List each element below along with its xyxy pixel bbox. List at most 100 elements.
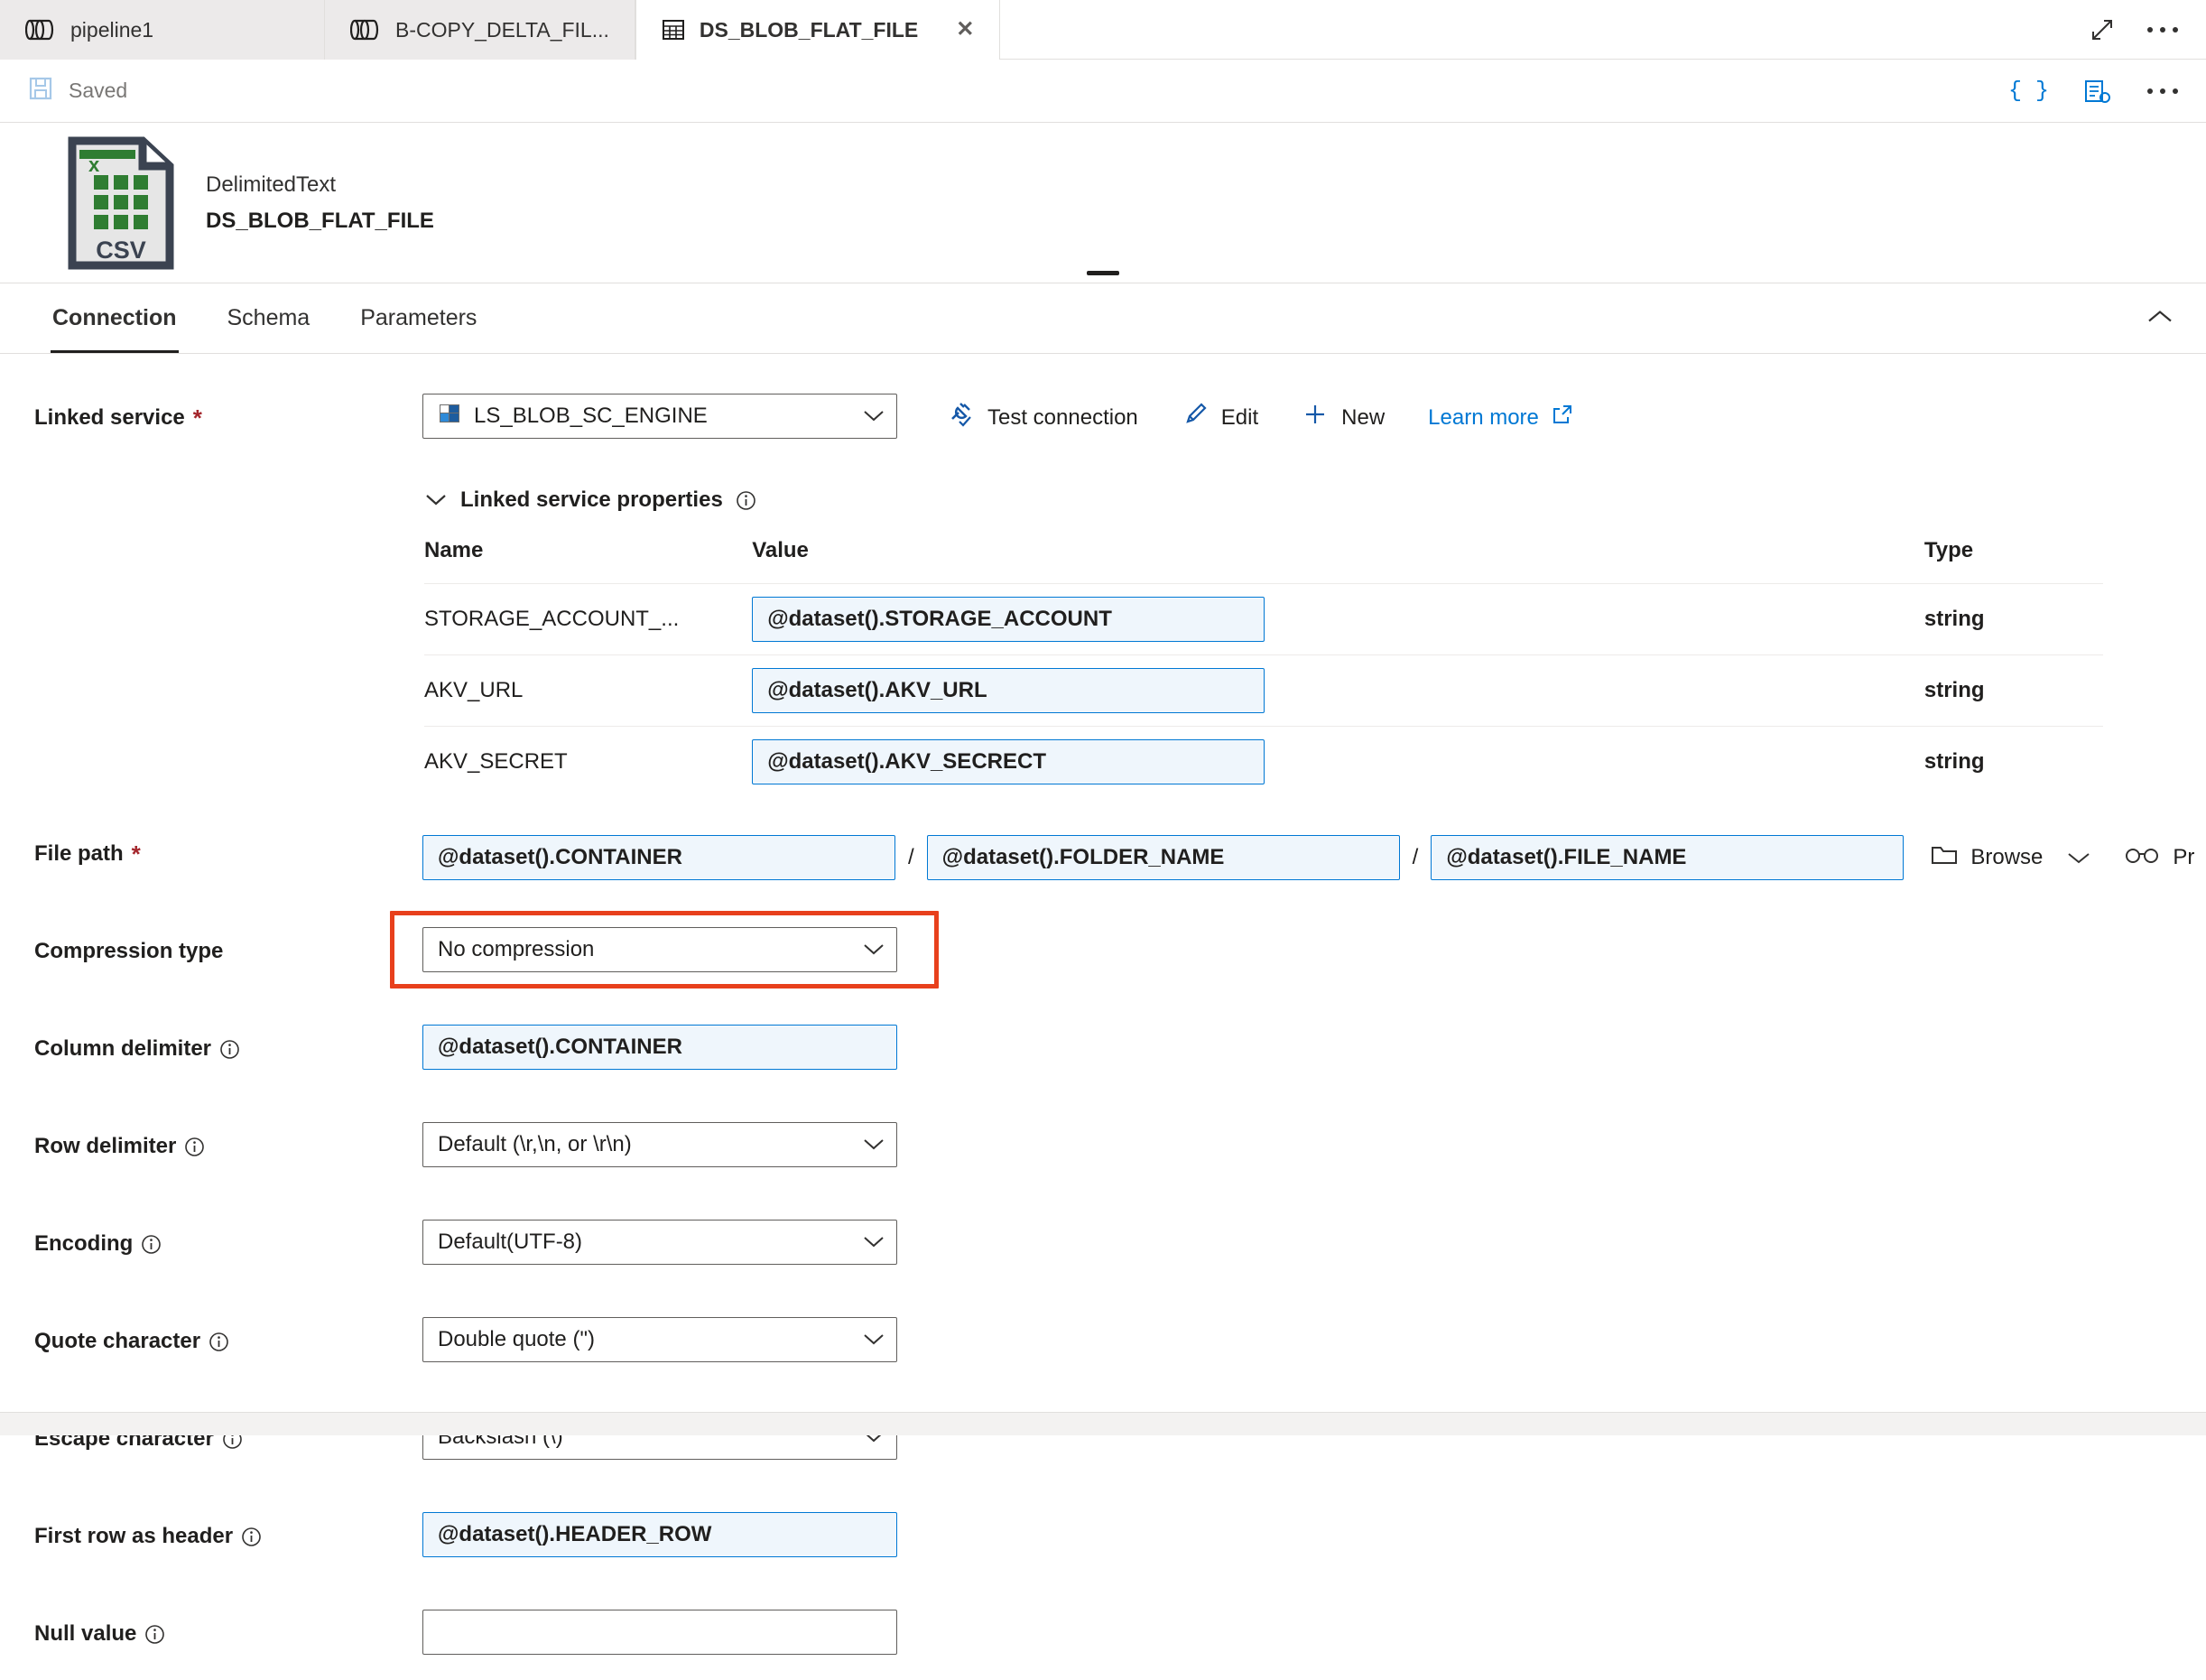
compression-type-value: No compression [438, 937, 595, 961]
first-row-as-header-label: First row as header [34, 1524, 234, 1548]
compression-type-label-group: Compression type [34, 927, 422, 964]
command-bar-actions: { } [2008, 78, 2179, 105]
info-circle-icon[interactable] [184, 1137, 205, 1157]
quote-character-value: Double quote (") [438, 1327, 595, 1351]
ellipsis-icon[interactable] [2146, 86, 2179, 97]
property-name: STORAGE_ACCOUNT_... [424, 583, 753, 655]
chevron-down-icon [424, 487, 448, 513]
info-circle-icon[interactable] [144, 1624, 165, 1645]
info-circle-icon[interactable] [219, 1039, 240, 1060]
preview-label: Pr [2173, 845, 2195, 869]
table-row: AKV_URL @dataset().AKV_URL string [424, 654, 2103, 727]
panel-drag-handle[interactable] [1087, 271, 1119, 275]
dataset-header: x CSV DelimitedText DS_BLOB_FLAT_FILE [0, 123, 2206, 283]
chevron-down-icon [862, 1327, 885, 1352]
command-bar: Saved { } [0, 60, 2206, 123]
null-value-label-group: Null value [34, 1610, 422, 1647]
floppy-save-icon[interactable] [27, 75, 54, 107]
info-circle-icon[interactable] [141, 1234, 162, 1255]
new-linked-service-button[interactable]: New [1280, 401, 1406, 434]
property-name: AKV_SECRET [424, 726, 753, 797]
editor-tab-b-copy-delta-fil[interactable]: B-COPY_DELTA_FIL... [325, 0, 635, 60]
plus-icon [1302, 401, 1329, 434]
json-code-button[interactable]: { } [2008, 78, 2049, 104]
plug-check-icon [946, 401, 975, 434]
null-value-input[interactable] [422, 1610, 897, 1655]
editor-tab-label: B-COPY_DELTA_FIL... [395, 17, 609, 42]
row-delimiter-dropdown[interactable]: Default (\r,\n, or \r\n) [422, 1122, 897, 1167]
editor-tab-label: pipeline1 [70, 17, 154, 42]
compression-type-label: Compression type [34, 939, 224, 963]
file-path-folder-input[interactable]: @dataset().FOLDER_NAME [926, 835, 1400, 880]
encoding-label-group: Encoding [34, 1220, 422, 1257]
property-type: string [1923, 654, 2103, 727]
learn-more-label: Learn more [1428, 404, 1539, 430]
info-circle-icon[interactable] [209, 1332, 229, 1352]
first-row-as-header-input[interactable]: @dataset().HEADER_ROW [422, 1512, 897, 1557]
edit-label: Edit [1220, 404, 1259, 430]
test-connection-button[interactable]: Test connection [924, 401, 1160, 434]
bottom-status-band [0, 1412, 2206, 1435]
dataset-meta: DelimitedText DS_BLOB_FLAT_FILE [206, 172, 434, 234]
dataset-table-icon [662, 18, 685, 42]
required-asterisk: * [131, 840, 141, 868]
file-path-file-input[interactable]: @dataset().FILE_NAME [1431, 835, 1905, 880]
expand-diagonal-icon[interactable] [2089, 16, 2116, 43]
file-path-label: File path [34, 841, 124, 866]
quote-character-label: Quote character [34, 1329, 201, 1353]
info-circle-icon[interactable] [736, 490, 756, 511]
field-row-file-path: File path * @dataset().CONTAINER / @data… [0, 830, 2206, 900]
table-row: AKV_SECRET @dataset().AKV_SECRECT string [424, 726, 2103, 797]
property-value-input[interactable]: @dataset().STORAGE_ACCOUNT [752, 597, 1265, 642]
path-separator: / [908, 845, 914, 869]
null-value-label: Null value [34, 1621, 137, 1646]
blob-storage-icon [438, 402, 461, 432]
chevron-up-icon[interactable] [2146, 308, 2174, 329]
svg-text:CSV: CSV [96, 237, 146, 264]
new-label: New [1341, 404, 1386, 430]
quote-character-label-group: Quote character [34, 1317, 422, 1354]
pencil-icon [1182, 401, 1209, 434]
linked-service-properties-toggle[interactable]: Linked service properties [424, 487, 2103, 513]
editor-tab-ds-blob-flat-file[interactable]: DS_BLOB_FLAT_FILE ✕ [635, 0, 1001, 60]
dataset-name-label: DS_BLOB_FLAT_FILE [206, 208, 434, 233]
chevron-down-icon[interactable] [2066, 850, 2091, 865]
editor-tab-pipeline1[interactable]: pipeline1 [0, 0, 325, 60]
table-header-row: Name Value Type [424, 538, 2103, 584]
property-name: AKV_URL [424, 654, 753, 727]
tab-parameters[interactable]: Parameters [335, 283, 502, 353]
linked-service-properties-table: Name Value Type STORAGE_ACCOUNT_... @dat… [424, 538, 2103, 797]
column-delimiter-input[interactable]: @dataset().CONTAINER [422, 1025, 897, 1070]
script-gear-icon[interactable] [2083, 78, 2112, 105]
tab-schema[interactable]: Schema [202, 283, 336, 353]
preview-data-button[interactable]: Pr [2124, 844, 2194, 872]
save-status-group: Saved [27, 75, 127, 107]
encoding-dropdown[interactable]: Default(UTF-8) [422, 1220, 897, 1265]
info-circle-icon[interactable] [241, 1527, 262, 1547]
editor-tab-label: DS_BLOB_FLAT_FILE [699, 17, 919, 42]
edit-linked-service-button[interactable]: Edit [1160, 401, 1280, 434]
field-row-column-delimiter: Column delimiter @dataset().CONTAINER [0, 1025, 2206, 1095]
file-path-container-input[interactable]: @dataset().CONTAINER [422, 835, 895, 880]
field-row-encoding: Encoding Default(UTF-8) [0, 1220, 2206, 1290]
learn-more-link[interactable]: Learn more [1406, 404, 1595, 432]
property-value-input[interactable]: @dataset().AKV_URL [752, 668, 1265, 713]
ellipsis-icon[interactable] [2146, 24, 2179, 35]
file-path-label-group: File path * [34, 830, 422, 867]
linked-service-dropdown[interactable]: LS_BLOB_SC_ENGINE [422, 394, 897, 439]
linked-service-label: Linked service [34, 405, 185, 430]
property-type: string [1923, 726, 2103, 797]
linked-service-value: LS_BLOB_SC_ENGINE [474, 404, 708, 428]
property-value-input[interactable]: @dataset().AKV_SECRECT [752, 739, 1265, 784]
browse-button[interactable]: Browse [1931, 843, 2043, 873]
chevron-down-icon [862, 937, 885, 962]
compression-type-dropdown[interactable]: No compression [422, 927, 897, 972]
quote-character-dropdown[interactable]: Double quote (") [422, 1317, 897, 1362]
path-separator: / [1412, 845, 1419, 869]
browse-label: Browse [1970, 845, 2044, 869]
tab-connection[interactable]: Connection [27, 283, 202, 353]
tab-strip-actions [2062, 0, 2206, 60]
first-row-as-header-label-group: First row as header [34, 1512, 422, 1549]
close-icon[interactable]: ✕ [956, 19, 974, 41]
file-path-controls: @dataset().CONTAINER / @dataset().FOLDER… [422, 830, 2194, 880]
